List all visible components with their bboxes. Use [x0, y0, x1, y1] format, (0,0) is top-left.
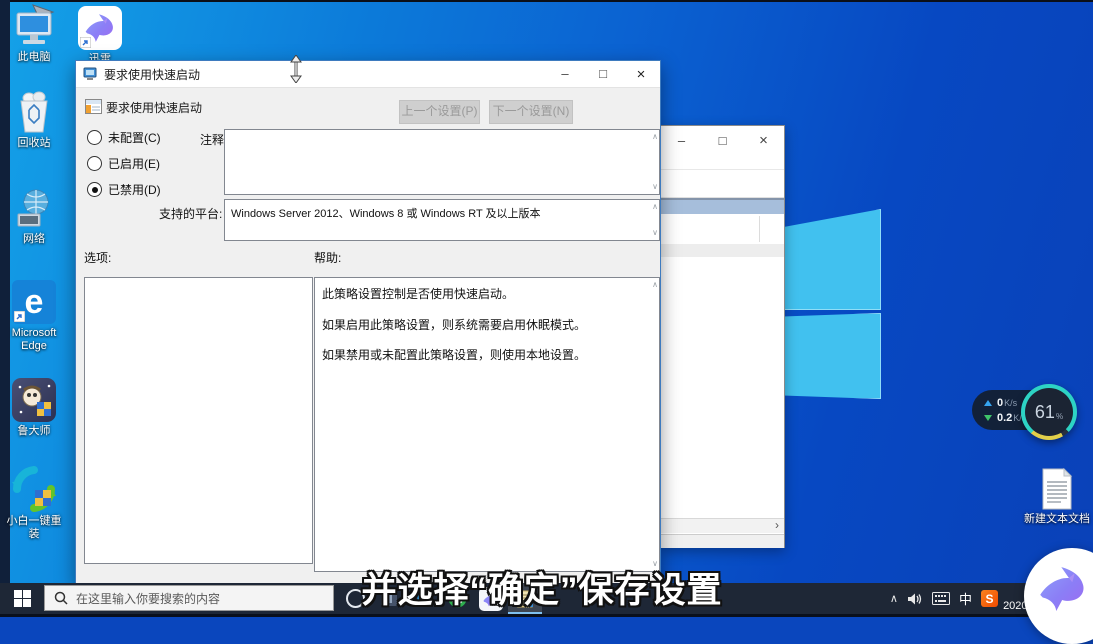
background-window[interactable]: – □ × › [660, 125, 785, 548]
background-window-titlebar: – □ × [661, 126, 784, 154]
usage-percent-sign: % [1056, 412, 1063, 421]
desktop-icon-recycle-bin[interactable]: 回收站 [6, 90, 62, 150]
dialog-titlebar[interactable]: 要求使用快速启动 – □ × [76, 61, 660, 88]
this-pc-icon [14, 10, 54, 48]
shortcut-arrow-icon [14, 311, 25, 322]
desktop-icon-label: 网络 [23, 233, 45, 246]
radio-circle-selected-icon [87, 182, 102, 197]
thunder-tile [78, 6, 122, 50]
ime-indicator[interactable]: 中 [959, 583, 972, 614]
upload-unit: K/s [1004, 398, 1017, 408]
search-icon [54, 591, 68, 605]
radio-circle-icon [87, 130, 102, 145]
desktop-icon-ludashi[interactable]: 鲁大师 [6, 378, 62, 438]
scroll-up-icon[interactable]: ∧ [652, 203, 658, 211]
maximize-icon[interactable]: □ [584, 66, 622, 83]
background-window-statusbar [661, 534, 784, 548]
scroll-down-icon[interactable]: ∨ [652, 183, 658, 191]
background-window-selected-header [661, 198, 784, 214]
platform-box[interactable]: Windows Server 2012、Windows 8 或 Windows … [224, 199, 660, 241]
edge-tile: e [12, 280, 56, 324]
vertical-resize-cursor-icon [289, 55, 303, 83]
scroll-up-icon[interactable]: ∧ [652, 133, 658, 141]
desktop-icon-label: 新建文本文档 [1024, 513, 1090, 526]
network-icon [14, 188, 54, 230]
desktop-icon-label: 回收站 [18, 137, 51, 150]
upload-speed: 0 [997, 397, 1003, 409]
edge-e-icon: e [25, 285, 44, 319]
radio-disabled[interactable]: 已禁用(D) [87, 181, 161, 198]
desktop-icon-this-pc[interactable]: 此电脑 [6, 10, 62, 64]
policy-setting-icon [85, 99, 102, 114]
desktop-icon-network[interactable]: 网络 [6, 188, 62, 246]
close-icon[interactable]: × [622, 66, 660, 83]
dialog-title: 要求使用快速启动 [104, 66, 200, 83]
minimize-icon[interactable]: – [667, 133, 697, 148]
desktop-icon-label: 此电脑 [18, 51, 51, 64]
platform-label: 支持的平台: [159, 205, 222, 222]
radio-label: 已禁用(D) [108, 181, 161, 198]
wallpaper-logo-pane-bottom [783, 313, 881, 399]
touch-keyboard-icon[interactable] [932, 583, 950, 614]
shortcut-arrow-icon [80, 37, 91, 48]
platform-value: Windows Server 2012、Windows 8 或 Windows … [231, 205, 541, 221]
minimize-icon[interactable]: – [546, 66, 584, 83]
volume-icon[interactable] [907, 583, 923, 614]
xiaobai-reinstall-icon [11, 466, 57, 512]
thunder-bird-icon [1036, 562, 1090, 616]
desktop-icon-edge[interactable]: e Microsoft Edge [6, 280, 62, 353]
help-panel[interactable]: 此策略设置控制是否使用快速启动。 如果启用此策略设置，则系统需要启用休眠模式。 … [314, 277, 660, 572]
scroll-right-icon[interactable]: › [775, 518, 779, 532]
help-label: 帮助: [314, 249, 341, 266]
usage-percent: 61 [1035, 402, 1055, 423]
taskbar-search-input[interactable]: 在这里输入你要搜索的内容 [44, 585, 334, 611]
radio-enabled[interactable]: 已启用(E) [87, 155, 160, 172]
background-window-hscrollbar[interactable]: › [661, 518, 784, 533]
system-tray: ∧ 中 S [890, 583, 998, 614]
ludashi-tile [12, 378, 56, 422]
video-top-edge [0, 0, 1093, 2]
upload-arrow-icon [984, 400, 992, 406]
help-line: 如果启用此策略设置，则系统需要启用休眠模式。 [322, 318, 645, 334]
desktop-icon-xiaobai[interactable]: 小白一键重装 [6, 466, 62, 541]
radio-circle-icon [87, 156, 102, 171]
policy-name: 要求使用快速启动 [106, 99, 202, 116]
memory-usage-ball[interactable]: 61 % [1021, 384, 1077, 440]
maximize-icon[interactable]: □ [708, 133, 738, 148]
download-arrow-icon [984, 415, 992, 421]
radio-not-configured[interactable]: 未配置(C) [87, 129, 161, 146]
radio-label: 未配置(C) [108, 129, 161, 146]
download-speed: 0.2 [997, 412, 1012, 424]
close-icon[interactable]: × [749, 132, 779, 149]
text-file-icon [1040, 468, 1074, 510]
desktop-icon-thunder[interactable]: 迅雷 [76, 6, 124, 66]
help-line: 如果禁用或未配置此策略设置，则使用本地设置。 [322, 348, 645, 364]
scroll-down-icon[interactable]: ∨ [652, 229, 658, 237]
comment-textarea[interactable]: ∧ ∨ [224, 129, 660, 195]
radio-label: 已启用(E) [108, 155, 160, 172]
next-setting-button[interactable]: 下一个设置(N) [489, 100, 573, 124]
desktop-icon-label: 鲁大师 [18, 425, 51, 438]
tray-chevron-icon[interactable]: ∧ [890, 583, 898, 614]
desktop-icon-new-text-doc[interactable]: 新建文本文档 [1022, 468, 1092, 526]
recycle-bin-icon [15, 90, 53, 134]
policy-setting-dialog[interactable]: 要求使用快速启动 – □ × 要求使用快速启动 上一个设置(P) 下一个设置(N… [75, 60, 661, 585]
ludashi-mascot-icon [12, 378, 56, 422]
video-subtitle: 并选择“确定”保存设置 [322, 562, 762, 613]
options-panel[interactable] [84, 277, 313, 564]
previous-setting-button[interactable]: 上一个设置(P) [399, 100, 480, 124]
options-label: 选项: [84, 249, 111, 266]
start-button[interactable] [0, 583, 44, 614]
background-window-toolbar [661, 169, 784, 198]
help-line: 此策略设置控制是否使用快速启动。 [322, 287, 645, 303]
desktop-icon-label: Microsoft Edge [6, 327, 62, 353]
scroll-up-icon[interactable]: ∧ [652, 281, 658, 289]
dialog-toolbar: 要求使用快速启动 上一个设置(P) 下一个设置(N) [76, 87, 660, 126]
windows-start-icon [14, 590, 31, 607]
search-placeholder: 在这里输入你要搜索的内容 [76, 590, 220, 607]
dialog-app-icon [83, 67, 98, 81]
background-window-column-divider [759, 216, 760, 242]
desktop-icon-label: 小白一键重装 [6, 515, 62, 541]
background-window-subheader [661, 244, 784, 257]
